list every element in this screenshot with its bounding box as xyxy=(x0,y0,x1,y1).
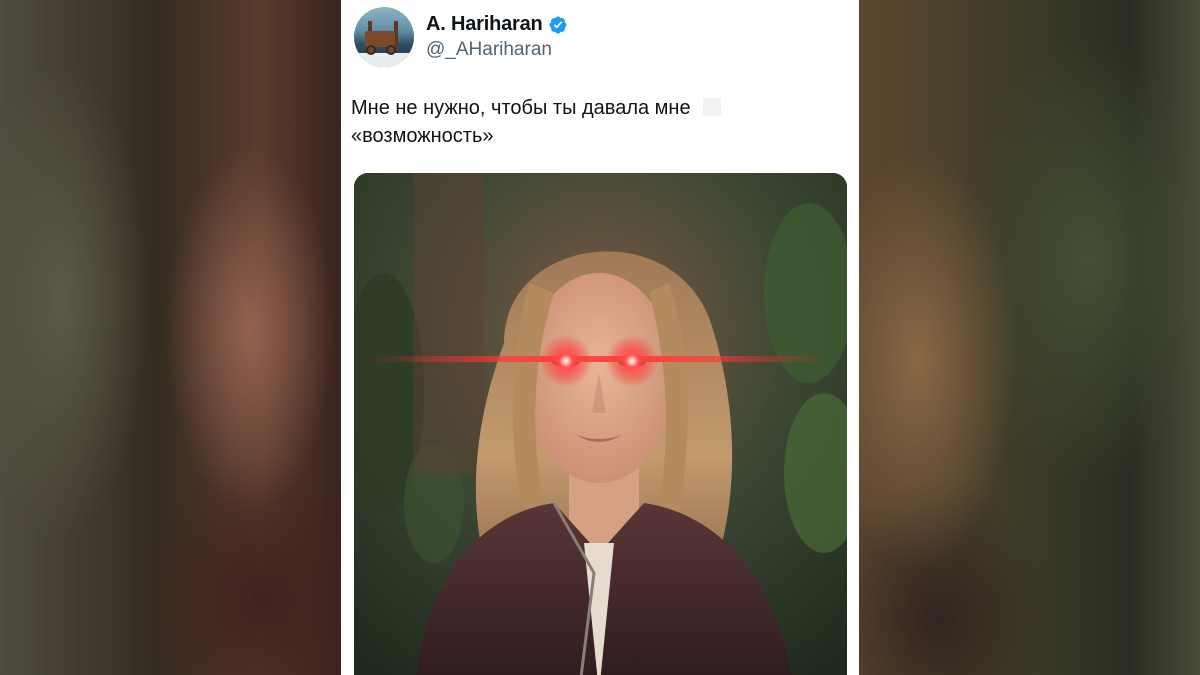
blurred-background-right xyxy=(858,0,1200,675)
tweet-text-line-1: Мне не нужно, чтобы ты давала мне xyxy=(351,97,691,119)
author-handle[interactable]: @_AHariharan xyxy=(426,39,552,61)
tweet-text: Мне не нужно, чтобы ты давала мне «возмо… xyxy=(351,94,841,150)
tweet-media-photo[interactable] xyxy=(354,173,847,675)
verified-badge-icon xyxy=(548,15,568,35)
screenshot-stage: A. Hariharan @_AHariharan Мне не нужно, … xyxy=(0,0,1200,675)
avatar[interactable] xyxy=(354,7,414,67)
tweet-text-line-2: «возможность» xyxy=(351,125,494,147)
author-name-row: A. Hariharan xyxy=(426,13,568,36)
tweet-card: A. Hariharan @_AHariharan Мне не нужно, … xyxy=(341,0,859,675)
laser-eyes-photo-illustration xyxy=(354,173,847,675)
blurred-background-left xyxy=(0,0,345,675)
author-display-name[interactable]: A. Hariharan xyxy=(426,13,543,36)
emoji-placeholder-icon xyxy=(702,98,721,116)
